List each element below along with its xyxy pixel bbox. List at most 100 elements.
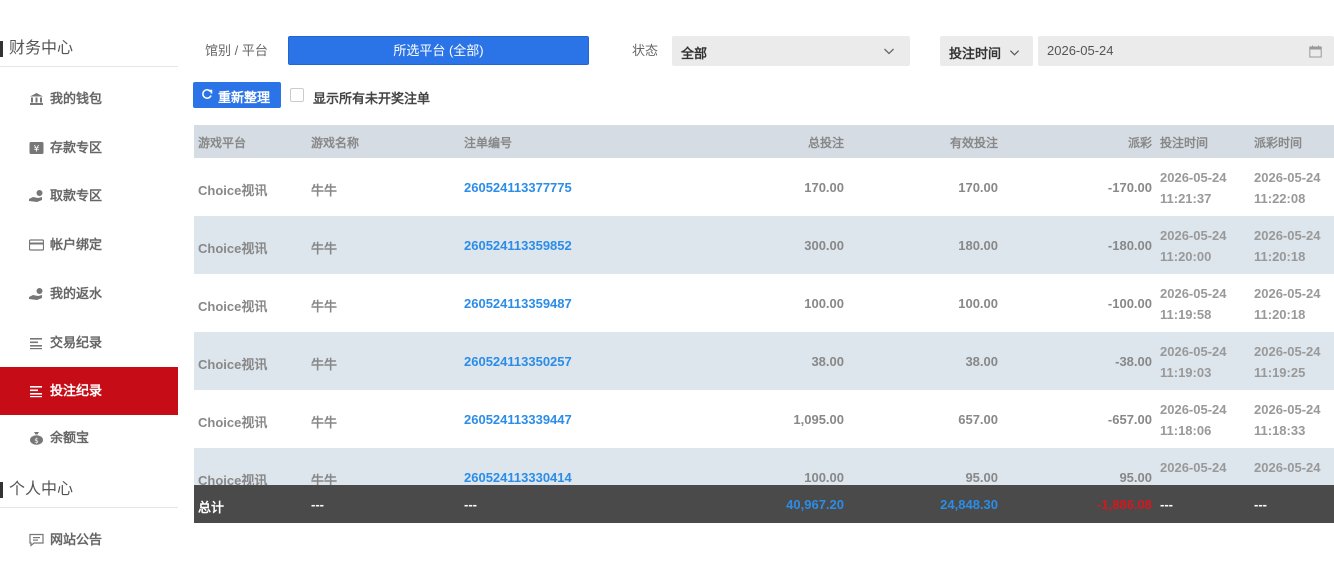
- cell-total: 100.00: [804, 470, 844, 485]
- cell-total: 100.00: [804, 296, 844, 311]
- sidebar-item-rebate[interactable]: 我的返水: [0, 270, 178, 318]
- footer-payout-time: ---: [1254, 497, 1267, 512]
- cell-payout: -170.00: [1107, 180, 1152, 195]
- time-text: 11:19:25: [1254, 365, 1306, 380]
- header-game: 游戏名称: [311, 136, 360, 150]
- cell-game: 牛牛: [311, 299, 338, 314]
- date-text: 2026-05-24: [1254, 344, 1321, 359]
- list-icon: [29, 336, 44, 350]
- refresh-button[interactable]: 重新整理: [193, 82, 281, 108]
- cell-platform: Choice视讯: [198, 183, 268, 198]
- sidebar-item-bet-records[interactable]: 投注纪录: [0, 367, 178, 415]
- chevron-down-icon: [883, 44, 895, 62]
- time-type-select[interactable]: 投注时间: [940, 36, 1033, 66]
- cell-bet-time: 2026-05-24: [1160, 457, 1227, 478]
- cell-payout: -180.00: [1107, 238, 1152, 253]
- header-bet-time: 投注时间: [1160, 136, 1209, 150]
- table-row: Choice视讯 牛牛 260524113359852 300.00 180.00 -18…: [194, 216, 1334, 274]
- sidebar-item-label: 存款专区: [50, 140, 103, 155]
- cell-platform: Choice视讯: [198, 241, 268, 256]
- date-text: 2026-05-24: [1160, 460, 1227, 475]
- cell-valid: 100.00: [958, 296, 998, 311]
- cell-platform: Choice视讯: [198, 415, 268, 430]
- cell-bet-no-link[interactable]: 260524113350257: [464, 354, 572, 369]
- date-input[interactable]: 2026-05-24: [1038, 36, 1334, 66]
- cell-payout-time: 2026-05-24: [1254, 457, 1321, 478]
- status-value: 全部: [681, 46, 708, 61]
- sidebar-item-deposit[interactable]: ¥ 存款专区: [0, 124, 178, 172]
- sidebar-item-transactions[interactable]: 交易纪录: [0, 319, 178, 367]
- table-row: Choice视讯 牛牛 260524113339447 1,095.00 657.00 -…: [194, 390, 1334, 448]
- cell-game: 牛牛: [311, 473, 338, 485]
- table-footer: 总计 --- --- 40,967.20 24,848.30 -1,886.08…: [194, 485, 1334, 523]
- section-marker: [0, 482, 3, 498]
- message-icon: [29, 533, 44, 547]
- table-row: Choice视讯 牛牛 260524113330414 100.00 95.00 95.0…: [194, 448, 1334, 485]
- cell-payout-time: 2026-05-24 11:18:33: [1254, 399, 1321, 441]
- show-unsettled-label[interactable]: 显示所有未开奖注单: [313, 88, 430, 107]
- cell-bet-no-link[interactable]: 260524113359487: [464, 296, 572, 311]
- header-valid: 有效投注: [949, 136, 998, 150]
- cell-game: 牛牛: [311, 183, 338, 198]
- date-text: 2026-05-24: [1160, 170, 1227, 185]
- cell-payout: -657.00: [1107, 412, 1152, 427]
- cell-bet-no-link[interactable]: 260524113330414: [464, 470, 572, 485]
- cell-valid: 657.00: [958, 412, 998, 427]
- sidebar-item-account-binding[interactable]: 帐户绑定: [0, 221, 178, 269]
- header-payout: 派彩: [1127, 136, 1152, 150]
- sidebar-item-announcements[interactable]: 网站公告: [0, 516, 178, 564]
- show-unsettled-checkbox[interactable]: [290, 88, 304, 102]
- status-select[interactable]: 全部: [672, 36, 910, 66]
- time-text: 11:18:06: [1160, 423, 1212, 438]
- cell-bet-no-link[interactable]: 260524113359852: [464, 238, 572, 253]
- sidebar-item-withdraw[interactable]: 取款专区: [0, 172, 178, 220]
- date-text: 2026-05-24: [1254, 286, 1321, 301]
- sidebar-item-label: 交易纪录: [50, 335, 103, 350]
- sidebar-item-label: 投注纪录: [50, 383, 103, 398]
- cell-bet-time: 2026-05-24 11:19:58: [1160, 283, 1227, 325]
- status-label: 状态: [632, 43, 659, 58]
- header-bet-no: 注单编号: [464, 136, 513, 150]
- bank-icon: [29, 92, 44, 106]
- date-text: 2026-05-24: [1254, 170, 1321, 185]
- sidebar-item-label: 网站公告: [50, 532, 103, 547]
- platform-select-button[interactable]: 所选平台 (全部): [288, 36, 589, 65]
- cell-payout-time: 2026-05-24 11:19:25: [1254, 341, 1321, 383]
- sidebar-item-label: 帐户绑定: [50, 237, 103, 252]
- cell-total: 38.00: [811, 354, 844, 369]
- table-row: Choice视讯 牛牛 260524113350257 38.00 38.00 -38.0…: [194, 332, 1334, 390]
- time-text: 11:19:03: [1160, 365, 1212, 380]
- cell-game: 牛牛: [311, 415, 338, 430]
- cell-valid: 180.00: [958, 238, 998, 253]
- sidebar-item-wallet[interactable]: 我的钱包: [0, 75, 178, 123]
- table-header: 游戏平台 游戏名称 注单编号 总投注 有效投注 派彩 投注时间 派彩时间: [194, 125, 1334, 158]
- calendar-icon[interactable]: [1309, 45, 1322, 63]
- cell-payout-time: 2026-05-24 11:22:08: [1254, 167, 1321, 209]
- cell-bet-time: 2026-05-24 11:21:37: [1160, 167, 1227, 209]
- cell-bet-no-link[interactable]: 260524113339447: [464, 412, 572, 427]
- cell-payout-time: 2026-05-24 11:20:18: [1254, 283, 1321, 325]
- sidebar-item-label: 我的返水: [50, 286, 103, 301]
- time-type-value: 投注时间: [949, 46, 1002, 61]
- footer-payout: -1,886.08: [1097, 497, 1152, 512]
- bet-records-table: 游戏平台 游戏名称 注单编号 总投注 有效投注 派彩 投注时间 派彩时间 Cho…: [194, 125, 1334, 523]
- cell-bet-no-link[interactable]: 260524113377775: [464, 180, 572, 195]
- finance-center-header: 财务中心: [0, 38, 178, 67]
- time-text: 11:19:58: [1160, 307, 1212, 322]
- cell-game: 牛牛: [311, 357, 338, 372]
- list-icon: [29, 384, 44, 398]
- sidebar-item-label: 取款专区: [50, 188, 103, 203]
- rebate-hand-icon: [29, 287, 44, 301]
- sidebar-item-balance-treasure[interactable]: $ 余额宝: [0, 414, 178, 462]
- platform-label: 馆别 / 平台: [205, 43, 268, 58]
- cell-total: 1,095.00: [793, 412, 844, 427]
- table-row: Choice视讯 牛牛 260524113359487 100.00 100.00 -10…: [194, 274, 1334, 332]
- cell-platform: Choice视讯: [198, 473, 268, 485]
- footer-bet-no: ---: [464, 497, 477, 512]
- time-text: 11:18:33: [1254, 423, 1306, 438]
- header-platform: 游戏平台: [198, 136, 247, 150]
- footer-label: 总计: [198, 500, 225, 515]
- yen-card-icon: ¥: [29, 141, 44, 155]
- cell-bet-time: 2026-05-24 11:19:03: [1160, 341, 1227, 383]
- personal-center-title: 个人中心: [9, 481, 74, 498]
